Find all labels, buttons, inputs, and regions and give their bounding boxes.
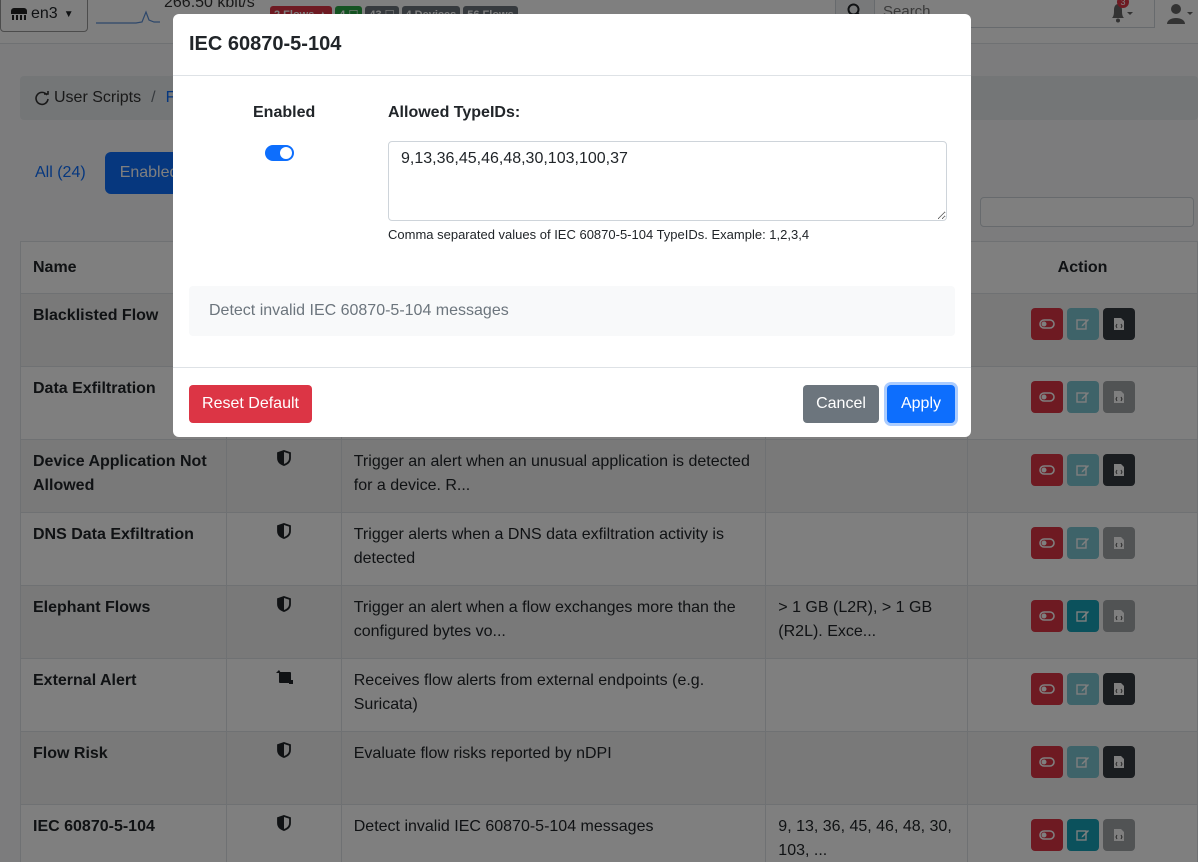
enabled-toggle[interactable] <box>265 145 294 161</box>
modal-header: IEC 60870-5-104 <box>173 14 971 76</box>
script-description: Detect invalid IEC 60870-5-104 messages <box>189 286 955 336</box>
script-config-modal: IEC 60870-5-104 Enabled Allowed TypeIDs:… <box>173 14 971 437</box>
reset-default-button[interactable]: Reset Default <box>189 385 312 423</box>
typeids-help-text: Comma separated values of IEC 60870-5-10… <box>388 227 810 242</box>
allowed-typeids-field[interactable]: 9,13,36,45,46,48,30,103,100,37 <box>388 141 947 221</box>
modal-footer: Reset Default Cancel Apply <box>173 367 971 437</box>
apply-button[interactable]: Apply <box>887 385 955 423</box>
allowed-typeids-label: Allowed TypeIDs: <box>388 104 521 121</box>
enabled-label: Enabled <box>253 104 316 121</box>
modal-title: IEC 60870-5-104 <box>189 33 342 55</box>
cancel-button[interactable]: Cancel <box>803 385 879 423</box>
script-description-text: Detect invalid IEC 60870-5-104 messages <box>209 302 509 319</box>
